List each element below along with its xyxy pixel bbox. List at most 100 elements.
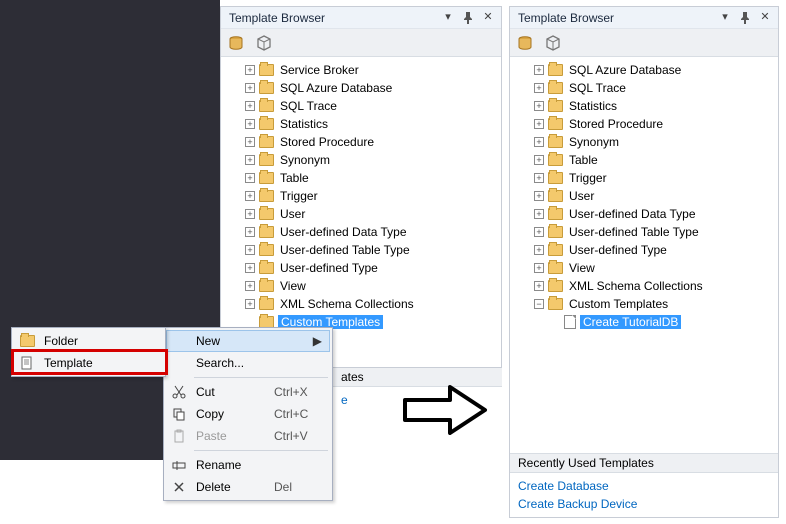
folder-icon <box>259 280 274 292</box>
expand-icon[interactable] <box>534 263 544 273</box>
delete-icon <box>166 480 192 494</box>
folder-icon <box>548 118 563 130</box>
tree-node[interactable]: Table <box>510 151 778 169</box>
menu-copy[interactable]: Copy Ctrl+C <box>166 403 330 425</box>
tree-node[interactable]: Synonym <box>221 151 501 169</box>
menu-rename[interactable]: Rename <box>166 454 330 476</box>
tree-node[interactable]: User-defined Data Type <box>510 205 778 223</box>
expand-icon[interactable] <box>534 209 544 219</box>
tree-node[interactable]: Service Broker <box>221 61 501 79</box>
tree-node[interactable]: User-defined Type <box>221 259 501 277</box>
expand-icon[interactable] <box>534 83 544 93</box>
menu-delete[interactable]: Delete Del <box>166 476 330 498</box>
close-icon[interactable]: ✕ <box>756 9 774 27</box>
close-icon[interactable]: ✕ <box>479 9 497 27</box>
tree-node[interactable]: Statistics <box>221 115 501 133</box>
tree-node[interactable]: Custom Templates <box>510 295 778 313</box>
folder-icon <box>548 136 563 148</box>
tree-node-label: User <box>278 207 307 221</box>
menu-cut[interactable]: Cut Ctrl+X <box>166 381 330 403</box>
menu-paste: Paste Ctrl+V <box>166 425 330 447</box>
expand-icon[interactable] <box>245 209 255 219</box>
tree-node-label: Statistics <box>278 117 330 131</box>
expand-icon[interactable] <box>245 281 255 291</box>
expand-icon[interactable] <box>245 299 255 309</box>
collapse-icon[interactable] <box>534 299 544 309</box>
tree-node[interactable]: Stored Procedure <box>510 115 778 133</box>
panel-toolbar <box>221 29 501 57</box>
expand-icon[interactable] <box>534 101 544 111</box>
expand-icon[interactable] <box>245 173 255 183</box>
expand-icon[interactable] <box>245 119 255 129</box>
cube-icon[interactable] <box>542 32 564 54</box>
no-expander <box>245 317 255 327</box>
menu-search[interactable]: Search... <box>166 352 330 374</box>
tree-node[interactable]: SQL Trace <box>221 97 501 115</box>
tree-node[interactable]: User-defined Table Type <box>221 241 501 259</box>
db-templates-icon[interactable] <box>514 32 536 54</box>
recent-template-link[interactable]: Create Backup Device <box>518 495 770 513</box>
tree-node[interactable]: SQL Azure Database <box>221 79 501 97</box>
recent-template-link[interactable]: Create Database <box>518 477 770 495</box>
expand-icon[interactable] <box>534 281 544 291</box>
tree-node-label: XML Schema Collections <box>567 279 705 293</box>
expand-icon[interactable] <box>245 137 255 147</box>
db-templates-icon[interactable] <box>225 32 247 54</box>
tree-node[interactable]: User-defined Type <box>510 241 778 259</box>
submenu-template[interactable]: Template <box>14 352 163 374</box>
expand-icon[interactable] <box>245 227 255 237</box>
template-tree[interactable]: SQL Azure DatabaseSQL TraceStatisticsSto… <box>510 57 778 453</box>
folder-icon <box>548 208 563 220</box>
expand-icon[interactable] <box>534 173 544 183</box>
expand-icon[interactable] <box>534 191 544 201</box>
expand-icon[interactable] <box>534 119 544 129</box>
folder-icon <box>259 154 274 166</box>
expand-icon[interactable] <box>245 155 255 165</box>
tree-node[interactable]: Trigger <box>221 187 501 205</box>
pin-icon[interactable] <box>459 9 477 27</box>
folder-icon <box>259 118 274 130</box>
menu-new[interactable]: New ▶ <box>166 330 330 352</box>
tree-node[interactable]: Table <box>221 169 501 187</box>
tree-node[interactable]: User <box>221 205 501 223</box>
tree-node-label: User-defined Type <box>567 243 669 257</box>
expand-icon[interactable] <box>534 227 544 237</box>
pin-icon[interactable] <box>736 9 754 27</box>
tree-node[interactable]: SQL Azure Database <box>510 61 778 79</box>
expand-icon[interactable] <box>245 263 255 273</box>
tree-node[interactable]: Trigger <box>510 169 778 187</box>
tree-node[interactable]: User-defined Data Type <box>221 223 501 241</box>
submenu-folder[interactable]: Folder <box>14 330 163 352</box>
dropdown-icon[interactable]: ▾ <box>716 9 734 27</box>
tree-node[interactable]: View <box>510 259 778 277</box>
expand-icon[interactable] <box>245 65 255 75</box>
expand-icon[interactable] <box>245 101 255 111</box>
panel-toolbar <box>510 29 778 57</box>
expand-icon[interactable] <box>245 83 255 93</box>
tree-node[interactable]: User <box>510 187 778 205</box>
expand-icon[interactable] <box>534 245 544 255</box>
expand-icon[interactable] <box>534 137 544 147</box>
tree-node[interactable]: Synonym <box>510 133 778 151</box>
folder-icon <box>548 154 563 166</box>
expand-icon[interactable] <box>245 191 255 201</box>
tree-node[interactable]: Statistics <box>510 97 778 115</box>
menu-separator <box>194 377 328 378</box>
tree-node[interactable]: User-defined Table Type <box>510 223 778 241</box>
expand-icon[interactable] <box>534 65 544 75</box>
folder-icon <box>259 172 274 184</box>
expand-icon[interactable] <box>534 155 544 165</box>
tree-node[interactable]: Stored Procedure <box>221 133 501 151</box>
folder-icon <box>259 100 274 112</box>
tree-node-label: Trigger <box>567 171 609 185</box>
tree-node[interactable]: XML Schema Collections <box>221 295 501 313</box>
tree-node[interactable]: SQL Trace <box>510 79 778 97</box>
tree-node[interactable]: Create TutorialDB <box>510 313 778 331</box>
tree-node[interactable]: XML Schema Collections <box>510 277 778 295</box>
tree-node-label: SQL Azure Database <box>278 81 394 95</box>
folder-icon <box>259 136 274 148</box>
tree-node[interactable]: View <box>221 277 501 295</box>
expand-icon[interactable] <box>245 245 255 255</box>
cube-icon[interactable] <box>253 32 275 54</box>
dropdown-icon[interactable]: ▾ <box>439 9 457 27</box>
